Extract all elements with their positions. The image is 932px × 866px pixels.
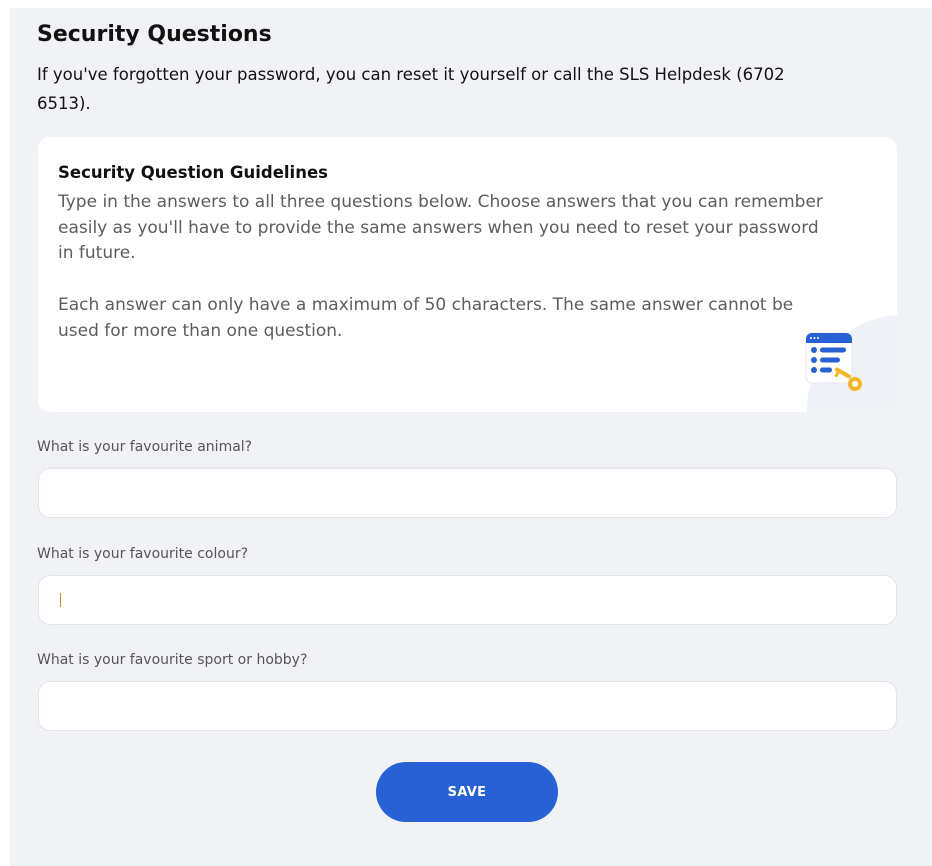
answer-input-animal[interactable] <box>38 468 897 518</box>
save-button[interactable]: SAVE <box>376 762 558 822</box>
answer-input-colour[interactable] <box>38 575 897 625</box>
intro-text: If you've forgotten your password, you c… <box>37 65 785 113</box>
guidelines-paragraph-2: Each answer can only have a maximum of 5… <box>58 295 794 341</box>
question-label-colour: What is your favourite colour? <box>37 546 249 562</box>
security-key-list-icon <box>805 332 862 391</box>
answer-input-sport-hobby[interactable] <box>38 681 897 731</box>
question-label-animal: What is your favourite animal? <box>37 439 253 455</box>
page-title: Security Questions <box>37 22 272 47</box>
question-label-sport-hobby: What is your favourite sport or hobby? <box>37 652 308 668</box>
text-caret <box>60 593 61 607</box>
security-questions-panel: Security Questions If you've forgotten y… <box>10 8 932 866</box>
guidelines-title: Security Question Guidelines <box>58 163 328 182</box>
guidelines-card: Security Question Guidelines Type in the… <box>38 137 897 412</box>
guidelines-paragraph-1: Type in the answers to all three questio… <box>58 192 823 263</box>
